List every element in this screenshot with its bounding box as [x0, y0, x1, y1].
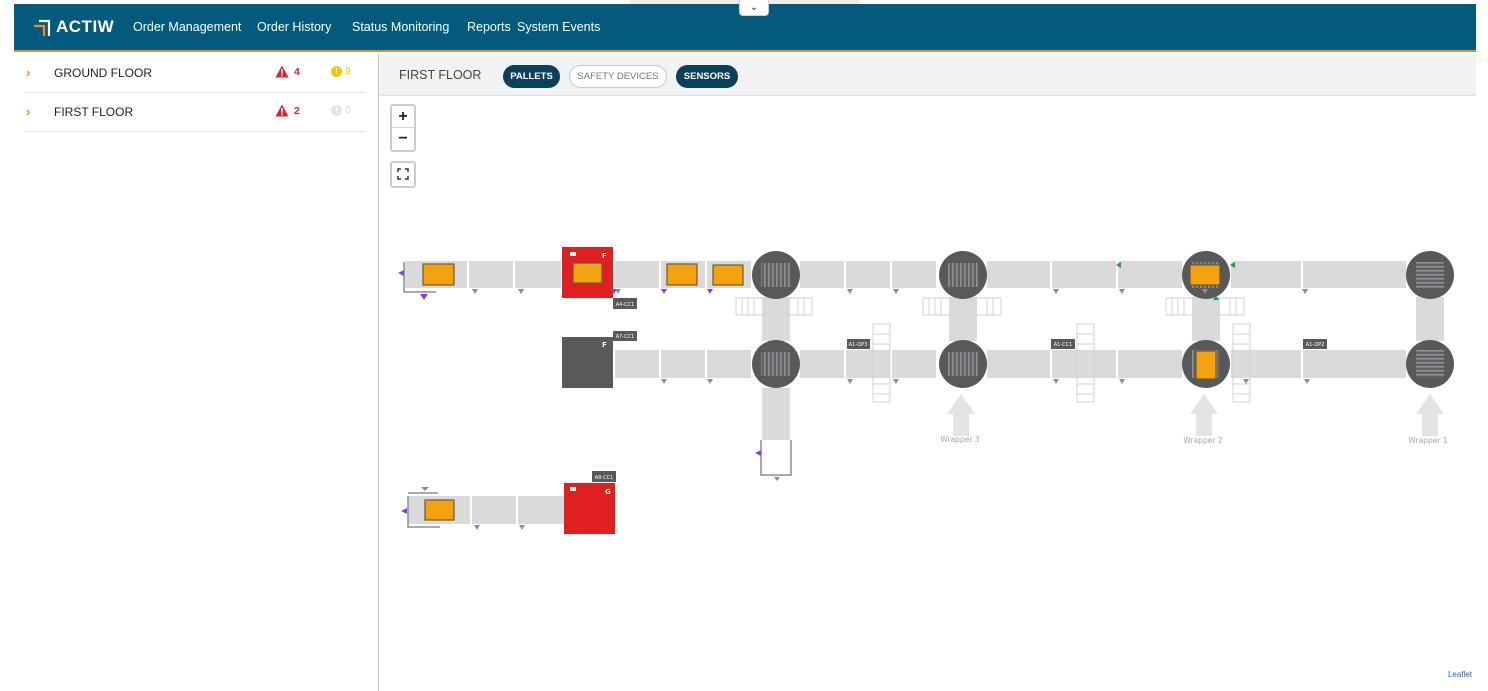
station-bottom-red[interactable]: G — [564, 483, 615, 534]
wrapper-2[interactable]: Wrapper 2 — [1183, 394, 1223, 445]
device-tag-text: A8-CC1 — [595, 475, 614, 481]
station-letter: F — [602, 341, 607, 349]
fullscreen-button[interactable] — [390, 161, 416, 188]
chevron-down-icon: ⌄ — [749, 2, 759, 13]
warning-circle-icon: ! — [331, 66, 342, 77]
nav-system-events[interactable]: System Events — [517, 4, 600, 52]
floor-title: FIRST FLOOR — [399, 68, 482, 82]
device-tag-text: A1-OP2 — [1306, 342, 1325, 348]
zoom-out-button[interactable]: − — [392, 128, 414, 150]
chevron-right-icon[interactable]: › — [26, 65, 30, 80]
alarm-triangle-icon — [275, 65, 289, 78]
nav-order-history[interactable]: Order History — [257, 4, 331, 52]
warning-circle-icon: ! — [331, 105, 342, 116]
alarm-count: 2 — [294, 105, 300, 117]
wrapper-label: Wrapper 1 — [1408, 436, 1447, 445]
device-tag-a1op2[interactable]: A1-OP2 — [1303, 339, 1327, 349]
conveyor-row-top — [398, 261, 1406, 300]
device-tag-text: A4-CC1 — [616, 302, 635, 308]
wrapper-1[interactable]: Wrapper 1 — [1408, 394, 1448, 445]
zoom-control: + − — [390, 104, 416, 152]
collapse-toggle-button[interactable]: ⌄ — [739, 0, 769, 16]
nav-order-management[interactable]: Order Management — [133, 4, 241, 52]
conveyor-vertical-links — [735, 297, 1444, 481]
floor-label: FIRST FLOOR — [54, 105, 134, 119]
device-tag-a7[interactable]: A7-CC1 — [613, 331, 637, 341]
wrapper-3[interactable]: Wrapper 3 — [940, 394, 980, 444]
device-tag-text: A1-CC1 — [1054, 342, 1073, 348]
warning-count: 9 — [345, 66, 351, 77]
device-tag-a1op3[interactable]: A1-OP3 — [847, 339, 870, 349]
filter-chip-safety-devices[interactable]: SAFETY DEVICES — [569, 65, 667, 88]
conveyor-row-middle — [615, 350, 1406, 378]
floor-row-ground[interactable]: › GROUND FLOOR 4 ! 9 — [24, 54, 366, 93]
floor-label: GROUND FLOOR — [54, 66, 153, 80]
wrapper-label: Wrapper 3 — [940, 435, 979, 444]
pallet-group[interactable] — [422, 262, 1221, 521]
alarm-triangle-icon — [275, 104, 289, 117]
nav-status-monitoring[interactable]: Status Monitoring — [340, 4, 462, 52]
device-tag-text: A1-OP3 — [849, 342, 868, 348]
alarm-count: 4 — [294, 66, 300, 78]
device-tag-a4[interactable]: A4-CC1 — [613, 298, 637, 309]
conveyor-map[interactable]: F F G Wrapper 3 Wrapper 2 Wrapper 1 A4-C… — [380, 54, 1476, 691]
device-tag-a1cc1[interactable]: A1-CC1 — [1051, 339, 1075, 349]
map-panel: F F G Wrapper 3 Wrapper 2 Wrapper 1 A4-C… — [380, 54, 1476, 691]
wrapper-label: Wrapper 2 — [1183, 436, 1222, 445]
filter-chip-pallets[interactable]: PALLETS — [503, 65, 560, 88]
filter-chip-sensors[interactable]: SENSORS — [676, 65, 738, 88]
app-logo[interactable]: ACTIW — [32, 17, 114, 37]
floor-header: FIRST FLOOR PALLETS SAFETY DEVICES SENSO… — [380, 54, 1476, 96]
warning-count: 0 — [345, 105, 351, 116]
chevron-right-icon[interactable]: › — [26, 104, 30, 119]
station-letter: G — [605, 488, 611, 496]
station-middle-grey[interactable]: F — [562, 337, 613, 388]
fullscreen-icon — [397, 168, 409, 180]
station-letter: F — [602, 252, 607, 260]
device-tag-text: A7-CC1 — [616, 334, 635, 340]
leaflet-attribution-link[interactable]: Leaflet — [1448, 670, 1472, 679]
logo-mark-icon — [34, 19, 51, 36]
floor-sidebar: › GROUND FLOOR 4 ! 9 › FIRST FLOOR 2 ! 0 — [0, 54, 379, 691]
nav-reports[interactable]: Reports — [467, 4, 511, 52]
logo-text: ACTIW — [56, 17, 115, 36]
device-tag-a8[interactable]: A8-CC1 — [592, 471, 616, 482]
floor-row-first[interactable]: › FIRST FLOOR 2 ! 0 — [24, 93, 366, 132]
zoom-in-button[interactable]: + — [392, 106, 414, 128]
